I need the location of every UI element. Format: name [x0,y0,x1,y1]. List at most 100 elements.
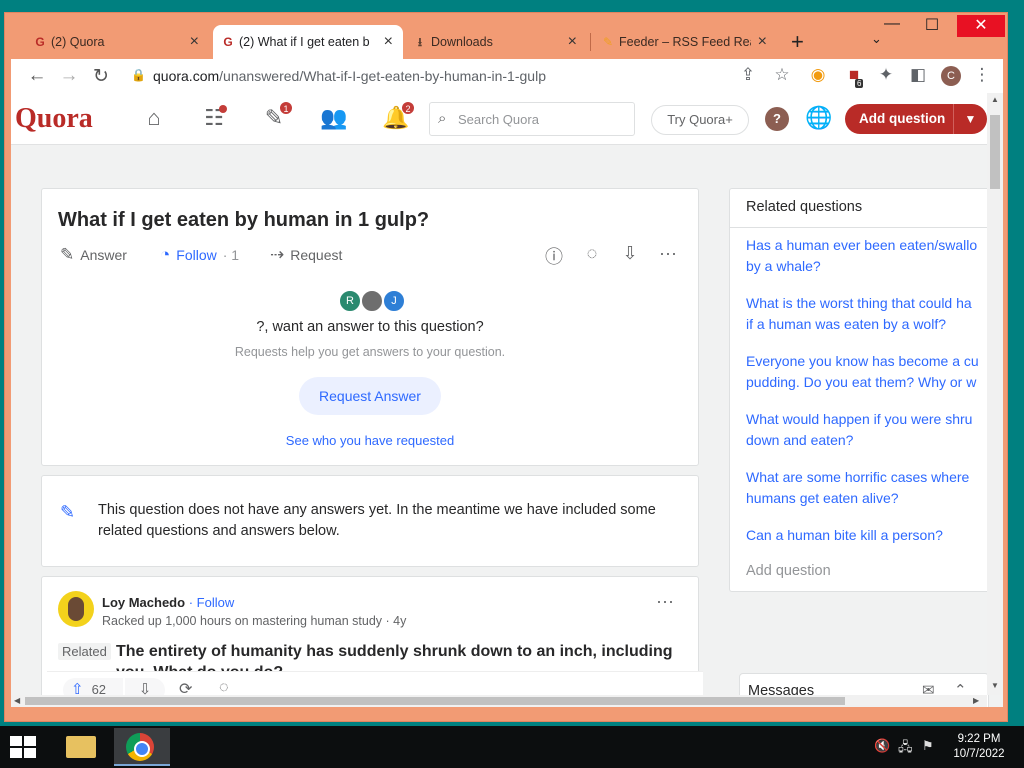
following-list-icon[interactable]: ☷ [199,105,229,135]
requester-avatars: R J [338,289,408,313]
search-icon: ⌕ [438,110,447,127]
avatar [360,289,384,313]
vertical-scrollbar[interactable]: ▲ ▼ [987,93,1003,695]
add-question-link[interactable]: Add question [746,563,831,579]
puzzle-extensions-icon[interactable]: ✦ [875,65,897,85]
scroll-up-icon[interactable]: ▲ [991,95,999,104]
network-icon[interactable]: 🖧 [898,738,913,760]
request-answer-button[interactable]: Request Answer [299,377,441,415]
close-icon[interactable]: × [384,33,393,51]
new-tab-button[interactable]: + [791,29,804,55]
related-question-link[interactable]: What is the worst thing that could ha if … [746,293,992,335]
extension-badge: 6 [855,79,864,88]
side-panel-icon[interactable]: ◧ [907,65,929,85]
menu-kebab-icon[interactable]: ⋮ [971,65,993,85]
reload-icon[interactable]: ↻ [89,65,113,88]
follow-button[interactable]: ◔ Follow · 1 [160,245,239,265]
windows-start-icon[interactable] [10,736,38,758]
add-question-button[interactable]: Add question ▼ [845,104,987,134]
pencil-icon: ✎ [60,502,76,522]
request-button[interactable]: ⇢ Request [270,245,342,265]
answer-button[interactable]: ✎ Answer [60,245,127,265]
author-name[interactable]: Loy Machedo [102,595,185,610]
avatar: J [382,289,406,313]
related-tag: Related [58,643,111,660]
close-icon[interactable]: × [568,33,577,51]
lock-icon: 🔒 [131,68,146,82]
more-options-icon[interactable]: ··· [656,591,674,612]
related-question-link[interactable]: Everyone you know has become a cu pudding… [746,351,992,393]
answer-pencil-icon[interactable]: ✎ 1 [259,101,293,135]
address-bar[interactable]: quora.com/unanswered/What-if-I-get-eaten… [153,68,546,84]
browser-toolbar: ← → ↻ 🔒 quora.com/unanswered/What-if-I-g… [11,59,1003,93]
answer-prompt: ?, want an answer to this question? [256,319,484,335]
spaces-people-icon[interactable]: 👥 [319,105,349,135]
window-close-button[interactable]: ✕ [957,15,1005,37]
volume-muted-icon[interactable]: 🔇 [874,738,890,754]
scrollbar-thumb[interactable] [990,115,1000,189]
downvote-icon[interactable]: ⇩ [618,243,642,264]
tab-feeder[interactable]: ✎ Feeder – RSS Feed Rea × [593,25,777,59]
related-question-link[interactable]: Can a human bite kill a person? [746,525,992,546]
system-clock[interactable]: 9:22 PM 10/7/2022 [948,732,1010,762]
close-icon[interactable]: × [190,33,199,51]
quora-favicon: G [35,35,45,49]
profile-avatar[interactable]: C [941,66,961,86]
rss-extension-icon[interactable]: ◉ [807,65,829,85]
author-credential: Racked up 1,000 hours on mastering human… [102,614,407,628]
chevron-down-icon[interactable]: ▼ [953,104,987,134]
see-who-requested-link[interactable]: See who you have requested [42,433,698,448]
back-arrow-icon[interactable]: ← [25,65,49,87]
chrome-icon [126,733,154,761]
author-avatar[interactable] [58,591,94,627]
tab-downloads[interactable]: ⭳ Downloads × [405,25,587,59]
taskbar: 🔇 🖧 ⚑ 9:22 PM 10/7/2022 [0,726,1024,768]
bookmark-star-icon[interactable]: ☆ [771,65,793,85]
search-input[interactable]: ⌕ Search Quora [429,102,635,136]
quora-favicon: G [223,35,233,49]
minimize-icon[interactable]: — [877,15,907,33]
tab-search-chevron-icon[interactable]: ⌄ [871,31,882,47]
action-center-icon[interactable]: ⚑ [922,738,934,754]
forward-arrow-icon[interactable]: → [57,65,81,87]
tab-strip: G (2) Quora × G (2) What if I get eaten … [5,13,1007,59]
no-answers-card: ✎ This question does not have any answer… [41,475,699,567]
pencil-icon: ✎ [60,245,75,264]
share-icon[interactable]: ⇪ [737,65,759,85]
file-explorer-button[interactable] [54,728,110,766]
chrome-taskbar-button[interactable] [114,728,170,766]
related-question-link[interactable]: What would happen if you were shru down a… [746,409,992,451]
folder-icon [66,736,96,758]
quora-header: Quora ⌂ ☷ ✎ 1 👥 🔔 2 ⌕ Search Quora Try Quo… [11,93,987,145]
horizontal-scrollbar[interactable]: ◀ ▶ [11,695,987,707]
close-icon[interactable]: × [758,33,767,51]
info-icon[interactable]: ⓘ [542,243,566,269]
scroll-down-icon[interactable]: ▼ [991,681,999,690]
scrollbar-thumb[interactable] [25,697,845,705]
related-question-link[interactable]: Has a human ever been eaten/swallo by a w… [746,235,992,277]
quora-logo[interactable]: Quora [15,103,93,135]
answer-subprompt: Requests help you get answers to your qu… [234,345,506,359]
help-icon[interactable]: ? [765,107,789,131]
download-icon: ⭳ [417,35,423,49]
rss-follow-icon: ◔ [160,245,171,264]
browser-window: G (2) Quora × G (2) What if I get eaten … [4,12,1008,722]
notifications-bell-icon[interactable]: 🔔 2 [381,101,415,135]
question-card: What if I get eaten by human in 1 gulp? … [41,188,699,466]
try-quora-plus-button[interactable]: Try Quora+ [651,105,749,135]
page-viewport: Quora ⌂ ☷ ✎ 1 👥 🔔 2 ⌕ Search Quora Try Quo… [11,93,1003,707]
scroll-right-icon[interactable]: ▶ [973,696,979,705]
language-globe-icon[interactable]: 🌐 [805,105,832,131]
question-title: What if I get eaten by human in 1 gulp? [58,209,430,231]
scroll-left-icon[interactable]: ◀ [14,696,20,705]
more-options-icon[interactable]: ··· [656,243,680,264]
related-question-link[interactable]: What are some horrific cases where humans… [746,467,992,509]
follow-author-link[interactable]: · Follow [189,595,235,610]
home-icon[interactable]: ⌂ [139,105,169,135]
tab-question[interactable]: G (2) What if I get eaten b × [213,25,403,59]
tab-quora-home[interactable]: G (2) Quora × [25,25,209,59]
no-answers-text: This question does not have any answers … [98,502,656,539]
comment-icon[interactable]: ◌ [580,243,604,264]
related-questions-card: Related questions Has a human ever been … [729,188,991,592]
maximize-icon[interactable]: ☐ [917,15,947,35]
